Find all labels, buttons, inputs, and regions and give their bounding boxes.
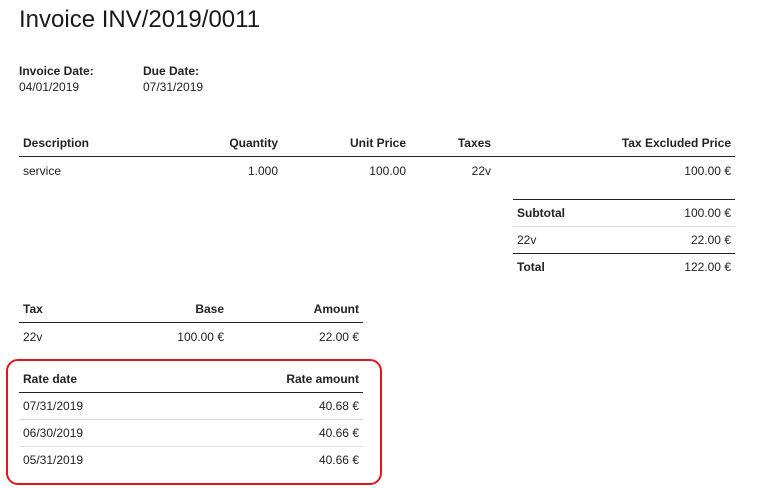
rate-date: 07/31/2019 [23, 399, 84, 413]
header-base: Base [114, 296, 228, 323]
tax-total-row: 22v 22.00 € [513, 226, 735, 254]
table-row: 06/30/2019 40.66 € [19, 419, 363, 447]
total-value: 122.00 € [625, 253, 735, 280]
tax-base: 100.00 € [177, 329, 224, 344]
table-header-row: Rate date Rate amount [19, 366, 363, 393]
subtotal-value: 100.00 € [625, 199, 735, 227]
rate-date: 05/31/2019 [19, 446, 177, 473]
rate-date: 06/30/2019 [19, 419, 177, 447]
tax-summary-table: Tax Base Amount 22v 100.00 € 22.00 € [19, 296, 363, 350]
header-tax: Tax [19, 296, 114, 323]
subtotal-label: Subtotal [513, 199, 626, 227]
table-header-row: Description Quantity Unit Price Taxes Ta… [19, 130, 735, 157]
header-rate-date: Rate date [19, 366, 177, 393]
table-header-row: Tax Base Amount [19, 296, 363, 323]
rate-amount: 40.66 € [176, 419, 363, 447]
subtotal-row: Subtotal 100.00 € [513, 199, 735, 227]
header-tax-excluded-price: Tax Excluded Price [495, 130, 735, 157]
table-row: 07/31/2019 40.68 € [19, 393, 363, 420]
tax-name: 22v [23, 329, 43, 344]
tax-amount: 22.00 € [318, 329, 359, 344]
tax-total-label: 22v [513, 226, 626, 254]
header-amount: Amount [228, 296, 363, 323]
line-tax-excluded-price: 100.00 € [684, 163, 731, 178]
rate-amount: 40.68 € [318, 399, 359, 413]
header-taxes: Taxes [410, 130, 495, 157]
table-row: 05/31/2019 40.66 € [19, 446, 363, 473]
header-unit-price: Unit Price [282, 130, 410, 157]
header-rate-amount: Rate amount [176, 366, 363, 393]
tax-total-value: 22.00 € [625, 226, 735, 254]
invoice-lines-table: Description Quantity Unit Price Taxes Ta… [19, 130, 735, 184]
table-row: 22v 100.00 € 22.00 € [19, 323, 363, 351]
total-label: Total [513, 253, 626, 280]
line-description: service [23, 163, 62, 178]
header-description: Description [19, 130, 159, 157]
rate-table: Rate date Rate amount 07/31/2019 40.68 €… [19, 366, 363, 473]
invoice-title: Invoice INV/2019/0011 [19, 6, 261, 33]
invoice-date-label: Invoice Date: [19, 64, 94, 78]
invoice-date-block: Invoice Date: 04/01/2019 [19, 63, 94, 95]
due-date-value: 07/31/2019 [143, 80, 204, 94]
grand-total-row: Total 122.00 € [513, 253, 735, 280]
rate-amount: 40.66 € [176, 446, 363, 473]
table-row: service 1.000 100.00 22v 100.00 € [19, 157, 735, 185]
line-quantity: 1.000 [247, 163, 278, 178]
invoice-date-value: 04/01/2019 [19, 80, 80, 94]
due-date-label: Due Date: [143, 64, 200, 78]
due-date-block: Due Date: 07/31/2019 [143, 63, 203, 95]
header-quantity: Quantity [159, 130, 282, 157]
line-taxes: 22v [471, 163, 491, 178]
totals-table: Subtotal 100.00 € 22v 22.00 € Total 122.… [513, 199, 735, 280]
line-unit-price: 100.00 [369, 163, 406, 178]
